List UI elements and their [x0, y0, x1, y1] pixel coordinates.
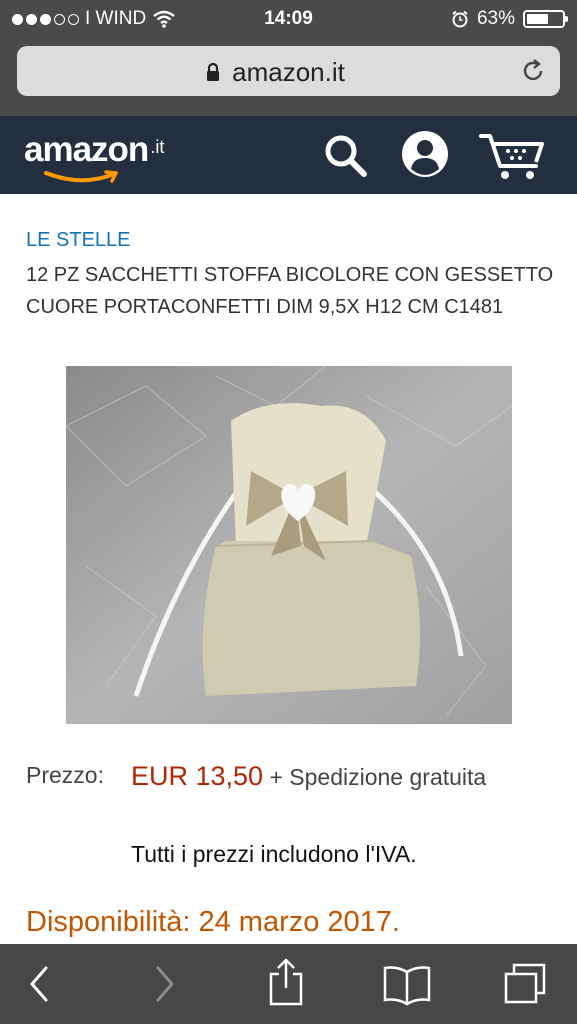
share-icon[interactable]	[266, 958, 306, 1008]
browser-address-area: amazon.it	[0, 36, 577, 116]
status-bar: I WIND 14:09 63%	[0, 0, 577, 36]
price-block: EUR 13,50 + Spedizione gratuita	[131, 758, 551, 795]
logo-word: amazon	[24, 130, 149, 169]
back-icon[interactable]	[24, 964, 54, 1004]
forward-icon[interactable]	[150, 964, 180, 1004]
product-title: 12 PZ SACCHETTI STOFFA BICOLORE CON GESS…	[26, 264, 554, 318]
account-icon[interactable]	[399, 128, 451, 180]
alarm-icon	[452, 10, 468, 28]
shipping-note: + Spedizione gratuita	[269, 764, 487, 790]
reload-icon[interactable]	[520, 58, 546, 84]
product-image[interactable]	[66, 366, 512, 724]
browser-toolbar	[0, 944, 577, 1024]
url-text: amazon.it	[232, 57, 345, 87]
brand-link[interactable]: LE STELLE	[26, 229, 131, 252]
smile-arrow-icon	[44, 170, 118, 183]
availability: Disponibilità: 24 marzo 2017.	[26, 906, 400, 938]
price-label: Prezzo:	[26, 762, 104, 788]
battery-fill	[527, 14, 548, 24]
vat-note: Tutti i prezzi includono l'IVA.	[131, 841, 417, 867]
battery-group: 63%	[451, 8, 568, 30]
amazon-header: amazon .it	[0, 116, 577, 194]
battery-icon	[523, 10, 568, 28]
amazon-logo[interactable]: amazon .it	[24, 130, 165, 183]
address-bar[interactable]: amazon.it	[17, 46, 560, 96]
product-price: EUR 13,50	[131, 761, 264, 791]
tabs-icon[interactable]	[502, 962, 550, 1006]
logo-tld: .it	[150, 137, 165, 157]
bookmarks-icon[interactable]	[382, 964, 432, 1006]
battery-percentage: 63%	[476, 8, 515, 29]
search-icon[interactable]	[320, 130, 370, 180]
cart-icon[interactable]	[478, 130, 548, 182]
